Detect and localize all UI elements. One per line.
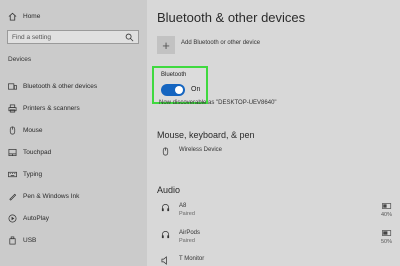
mouse-keyboard-pen-heading: Mouse, keyboard, & pen	[157, 130, 255, 140]
sidebar-item-label: AutoPlay	[23, 215, 50, 222]
sidebar-item-label: Printers & scanners	[23, 105, 80, 112]
toggle-knob	[175, 86, 183, 94]
device-name: Wireless Device	[179, 147, 223, 153]
battery-indicator: 50%	[381, 230, 392, 245]
sidebar-item-label: Touchpad	[23, 149, 52, 156]
headphones-icon	[161, 230, 170, 239]
device-a8[interactable]: A8 Paired	[161, 203, 195, 217]
sidebar-item-label: Pen & Windows Ink	[23, 193, 80, 200]
search-input[interactable]: Find a setting	[7, 30, 139, 44]
sidebar-item-printers[interactable]: Printers & scanners	[8, 104, 80, 113]
bluetooth-state: On	[191, 86, 201, 93]
sidebar-item-bluetooth[interactable]: Bluetooth & other devices	[8, 82, 97, 91]
sidebar-item-label: Bluetooth & other devices	[23, 83, 98, 90]
device-status: Paired	[179, 211, 195, 217]
home-nav[interactable]: Home	[8, 12, 40, 21]
home-label: Home	[23, 13, 41, 20]
usb-icon	[8, 236, 17, 245]
discoverable-text: Now discoverable as "DESKTOP-UEV8640"	[159, 100, 277, 106]
battery-level: 50%	[380, 239, 392, 245]
add-device-label[interactable]: Add Bluetooth or other device	[181, 40, 260, 46]
bluetooth-highlight-box: Bluetooth On	[152, 66, 208, 104]
sidebar-item-usb[interactable]: USB	[8, 236, 36, 245]
page-title: Bluetooth & other devices	[157, 10, 306, 25]
main-panel: Bluetooth & other devices + Add Bluetoot…	[147, 0, 400, 266]
sidebar-item-typing[interactable]: Typing	[8, 170, 42, 179]
sidebar-item-label: Typing	[23, 171, 43, 178]
sidebar: Home Find a setting Devices Bluetooth & …	[0, 0, 147, 266]
device-t-monitor[interactable]: T Monitor	[161, 256, 204, 265]
bluetooth-label: Bluetooth	[161, 72, 187, 78]
bluetooth-devices-icon	[8, 82, 17, 91]
device-name: A8	[179, 203, 187, 209]
bluetooth-toggle[interactable]	[161, 84, 185, 96]
devices-section-label: Devices	[8, 56, 32, 63]
speaker-icon	[161, 256, 170, 265]
printer-icon	[8, 104, 17, 113]
search-icon[interactable]	[125, 33, 134, 42]
audio-heading: Audio	[157, 185, 181, 195]
headphones-icon	[161, 203, 170, 212]
keyboard-icon	[8, 170, 17, 179]
add-device-button[interactable]: +	[157, 36, 175, 54]
device-status: Paired	[179, 238, 195, 244]
plus-icon: +	[162, 37, 170, 53]
battery-icon	[382, 203, 392, 211]
sidebar-item-label: Mouse	[23, 127, 43, 134]
battery-indicator: 40%	[381, 203, 392, 218]
battery-icon	[382, 230, 392, 238]
device-name: AirPods	[179, 230, 201, 236]
device-name: T Monitor	[179, 256, 205, 262]
mouse-icon	[8, 126, 17, 135]
device-wireless[interactable]: Wireless Device	[161, 147, 222, 156]
battery-level: 40%	[380, 212, 392, 218]
touchpad-icon	[8, 148, 17, 157]
sidebar-item-mouse[interactable]: Mouse	[8, 126, 43, 135]
sidebar-item-pen[interactable]: Pen & Windows Ink	[8, 192, 79, 201]
pen-icon	[8, 192, 17, 201]
sidebar-item-touchpad[interactable]: Touchpad	[8, 148, 51, 157]
sidebar-item-label: USB	[23, 237, 37, 244]
autoplay-icon	[8, 214, 17, 223]
mouse-icon	[161, 147, 170, 156]
search-placeholder: Find a setting	[12, 33, 52, 41]
home-icon	[8, 12, 17, 21]
sidebar-item-autoplay[interactable]: AutoPlay	[8, 214, 49, 223]
device-airpods[interactable]: AirPods Paired	[161, 230, 200, 244]
